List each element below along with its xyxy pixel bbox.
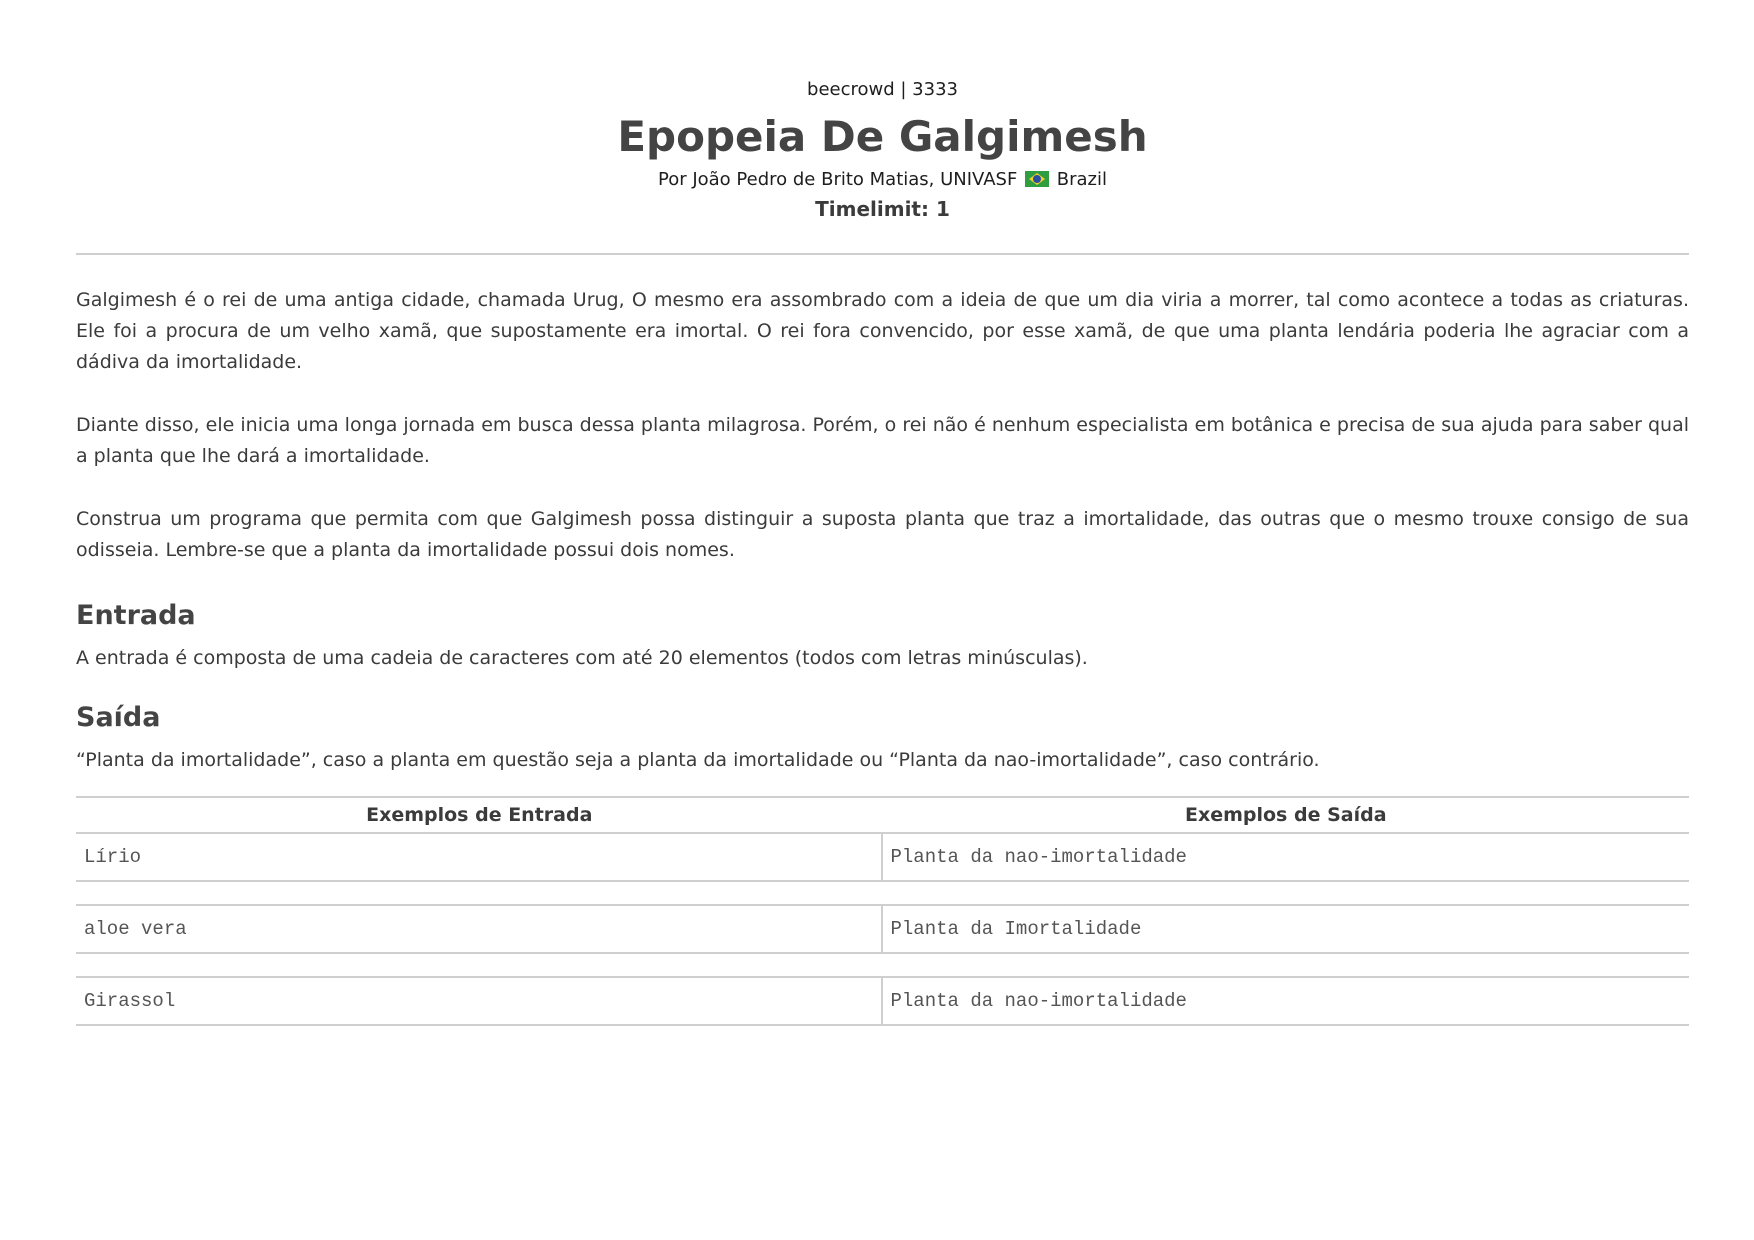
example-output: Planta da Imortalidade <box>890 918 1142 940</box>
problem-title: Epopeia De Galgimesh <box>617 112 1148 161</box>
author-name: Por João Pedro de Brito Matias, UNIVASF <box>657 169 1018 190</box>
example-row: Lírio Planta da nao-imortalidade <box>76 834 1689 882</box>
examples-output-header: Exemplos de Saída <box>1184 804 1387 826</box>
example-row: aloe vera Planta da Imortalidade <box>76 904 1689 954</box>
problem-page: beecrowd | 3333 Epopeia De Galgimesh Por… <box>76 0 1689 1026</box>
problem-header: beecrowd | 3333 Epopeia De Galgimesh Por… <box>76 0 1689 223</box>
examples-input-header: Exemplos de Entrada <box>366 804 593 826</box>
example-input: Lírio <box>76 834 883 880</box>
example-input: aloe vera <box>76 906 883 952</box>
description-paragraph: Diante disso, ele inicia uma longa jorna… <box>76 414 1689 467</box>
input-description: A entrada é composta de uma cadeia de ca… <box>76 647 1088 669</box>
site-id: beecrowd | 3333 <box>807 79 958 100</box>
header-divider <box>76 253 1689 255</box>
description-paragraph: Construa um programa que permita com que… <box>76 508 1689 561</box>
example-output: Planta da nao-imortalidade <box>890 846 1187 868</box>
timelimit: Timelimit: 1 <box>815 197 950 221</box>
brazil-flag-icon <box>1025 171 1050 187</box>
output-heading: Saída <box>76 702 161 733</box>
description-paragraph: Galgimesh é o rei de uma antiga cidade, … <box>76 289 1689 373</box>
output-description: “Planta da imortalidade”, caso a planta … <box>76 749 1320 771</box>
example-row: Girassol Planta da nao-imortalidade <box>76 976 1689 1026</box>
input-heading: Entrada <box>76 600 196 631</box>
examples-header-row: Exemplos de Entrada Exemplos de Saída <box>76 796 1689 834</box>
author-country: Brazil <box>1056 169 1108 190</box>
example-input: Girassol <box>76 978 883 1024</box>
author-line: Por João Pedro de Brito Matias, UNIVASF … <box>76 167 1689 193</box>
examples-table: Exemplos de Entrada Exemplos de Saída Lí… <box>76 796 1689 1026</box>
example-output: Planta da nao-imortalidade <box>890 990 1187 1012</box>
